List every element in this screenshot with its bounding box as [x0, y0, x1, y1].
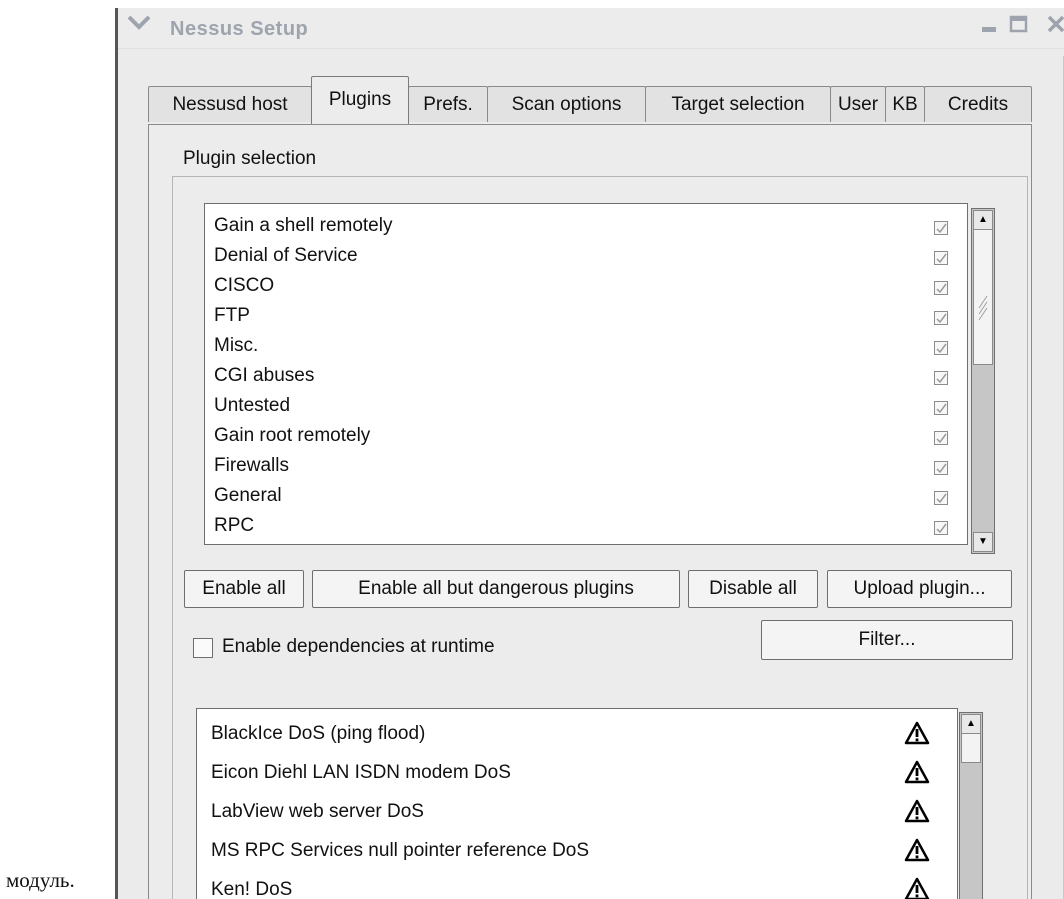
title-bar[interactable]: Nessus Setup: [118, 8, 1064, 49]
enable-all-button[interactable]: Enable all: [184, 570, 304, 608]
tab-user[interactable]: User: [830, 86, 886, 122]
family-checkbox[interactable]: [934, 221, 948, 235]
family-item-general[interactable]: General: [214, 485, 282, 507]
plugin-item-labview-dos[interactable]: LabView web server DoS: [211, 801, 424, 823]
plugin-family-list[interactable]: Gain a shell remotely Denial of Service …: [204, 203, 968, 545]
filter-button[interactable]: Filter...: [761, 620, 1013, 660]
plugin-list-scrollbar[interactable]: ▲: [959, 712, 983, 899]
dependencies-checkbox[interactable]: [193, 638, 213, 658]
scroll-up-icon[interactable]: ▲: [961, 714, 981, 734]
family-item-untested[interactable]: Untested: [214, 395, 290, 417]
plugin-item-ken-dos[interactable]: Ken! DoS: [211, 879, 292, 899]
family-item-cgi-abuses[interactable]: CGI abuses: [214, 365, 314, 387]
dependencies-label: Enable dependencies at runtime: [222, 636, 495, 657]
scroll-up-icon[interactable]: ▲: [973, 210, 993, 230]
upload-plugin-button[interactable]: Upload plugin...: [827, 570, 1012, 608]
warning-icon: [904, 760, 930, 784]
tab-target-selection[interactable]: Target selection: [645, 86, 831, 122]
plugin-list[interactable]: BlackIce DoS (ping flood) Eicon Diehl LA…: [196, 708, 958, 899]
family-item-firewalls[interactable]: Firewalls: [214, 455, 289, 477]
warning-icon: [904, 838, 930, 862]
warning-icon: [904, 799, 930, 823]
family-item-misc[interactable]: Misc.: [214, 335, 258, 357]
tab-kb[interactable]: KB: [885, 86, 925, 122]
disable-all-button[interactable]: Disable all: [688, 570, 818, 608]
family-checkbox[interactable]: [934, 461, 948, 475]
family-item-denial-of-service[interactable]: Denial of Service: [214, 245, 358, 267]
tab-prefs[interactable]: Prefs.: [408, 86, 488, 122]
family-checkbox[interactable]: [934, 521, 948, 535]
scroll-down-icon[interactable]: ▼: [973, 532, 993, 552]
nessus-setup-window: Nessus Setup Nessusd host Plugins Prefs.…: [115, 8, 1064, 899]
window-title: Nessus Setup: [170, 18, 309, 40]
maximize-icon[interactable]: [1009, 14, 1029, 39]
plugin-item-eicon-diehl-dos[interactable]: Eicon Diehl LAN ISDN modem DoS: [211, 762, 511, 784]
family-item-ftp[interactable]: FTP: [214, 305, 250, 327]
minimize-icon[interactable]: [980, 14, 998, 39]
family-item-gain-root[interactable]: Gain root remotely: [214, 425, 370, 447]
family-checkbox[interactable]: [934, 371, 948, 385]
caption-text: модуль.: [6, 868, 75, 892]
family-item-gain-shell[interactable]: Gain a shell remotely: [214, 215, 392, 237]
window-border: [115, 8, 118, 899]
tab-credits[interactable]: Credits: [924, 86, 1032, 122]
enable-safe-plugins-button[interactable]: Enable all but dangerous plugins: [312, 570, 680, 608]
warning-icon: [904, 877, 930, 899]
family-checkbox[interactable]: [934, 431, 948, 445]
tab-plugins[interactable]: Plugins: [311, 76, 409, 124]
plugin-selection-label: Plugin selection: [181, 148, 319, 170]
family-checkbox[interactable]: [934, 251, 948, 265]
scrollbar-thumb[interactable]: [973, 229, 993, 365]
close-icon[interactable]: [1046, 14, 1064, 39]
family-item-cisco[interactable]: CISCO: [214, 275, 274, 297]
chevron-down-icon[interactable]: [126, 12, 152, 40]
plugin-item-ms-rpc-dos[interactable]: MS RPC Services null pointer reference D…: [211, 840, 589, 862]
family-checkbox[interactable]: [934, 491, 948, 505]
warning-icon: [904, 721, 930, 745]
tab-nessusd-host[interactable]: Nessusd host: [148, 86, 312, 122]
plugin-item-blackice-dos[interactable]: BlackIce DoS (ping flood): [211, 723, 425, 745]
tab-scan-options[interactable]: Scan options: [487, 86, 646, 122]
family-checkbox[interactable]: [934, 311, 948, 325]
family-list-scrollbar[interactable]: ▲ ▼: [971, 208, 995, 554]
family-checkbox[interactable]: [934, 401, 948, 415]
family-checkbox[interactable]: [934, 281, 948, 295]
family-item-rpc[interactable]: RPC: [214, 515, 254, 537]
family-checkbox[interactable]: [934, 341, 948, 355]
scrollbar-thumb[interactable]: [961, 733, 981, 763]
